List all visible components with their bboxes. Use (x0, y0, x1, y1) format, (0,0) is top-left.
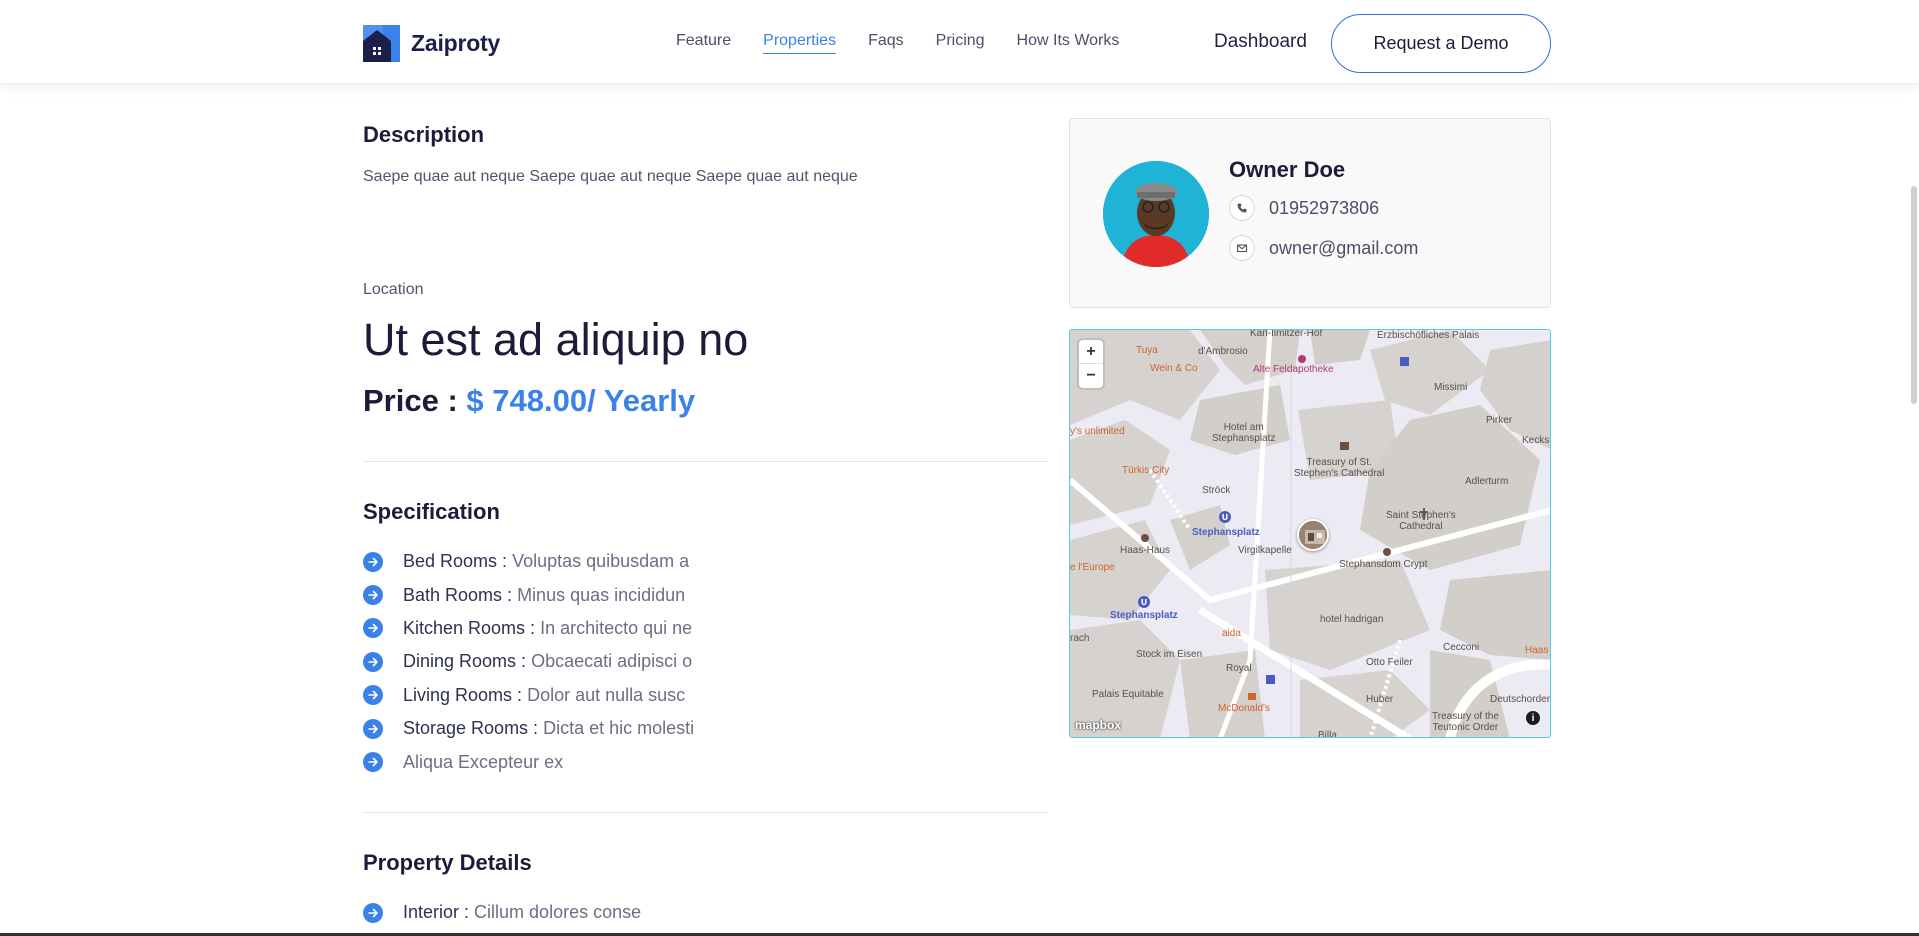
description-heading: Description (363, 122, 485, 147)
arrow-right-icon (363, 585, 383, 606)
list-item: Aliqua Excepteur ex (363, 745, 694, 778)
house-logo-icon (363, 25, 400, 62)
arrow-right-icon (363, 651, 383, 672)
spec-value: Obcaecati adipisci o (531, 651, 693, 672)
price-value: $ 748.00/ Yearly (466, 383, 696, 418)
list-item: Kitchen Rooms : In architecto qui ne (363, 612, 694, 645)
specification-list: Bed Rooms : Voluptas quibusdam a Bath Ro… (363, 545, 694, 779)
mapbox-attribution[interactable]: mapbox (1075, 718, 1121, 732)
request-demo-button[interactable]: Request a Demo (1331, 14, 1551, 73)
spec-value: Voluptas quibusdam a (512, 551, 690, 572)
info-icon[interactable]: i (1526, 711, 1540, 725)
list-item: Storage Rooms : Dicta et hic molesti (363, 712, 694, 745)
phone-number: 01952973806 (1269, 197, 1380, 218)
divider (363, 812, 1047, 813)
spec-value: In architecto qui ne (540, 617, 693, 638)
owner-card: Owner Doe 01952973806 owner@gmail.com (1069, 118, 1551, 308)
arrow-right-icon (363, 618, 383, 639)
spec-value: Dolor aut nulla susc (527, 684, 686, 705)
site-header: Zaiproty Feature Properties Faqs Pricing… (0, 0, 1919, 84)
dashboard-link[interactable]: Dashboard (1214, 31, 1307, 53)
svg-text:U: U (1222, 513, 1229, 522)
spec-key: Bath Rooms : (403, 584, 513, 605)
nav-item-faqs[interactable]: Faqs (868, 32, 904, 54)
arrow-right-icon (363, 752, 383, 773)
property-marker[interactable] (1297, 519, 1329, 551)
property-details-list: Interior : Cillum dolores conse (363, 896, 641, 929)
nav-item-how-its-works[interactable]: How Its Works (1017, 32, 1120, 54)
list-item: Dining Rooms : Obcaecati adipisci o (363, 645, 694, 678)
owner-email[interactable]: owner@gmail.com (1229, 235, 1418, 261)
email-address: owner@gmail.com (1269, 237, 1419, 258)
scrollbar-thumb[interactable] (1911, 186, 1917, 404)
property-title: Ut est ad aliquip no (363, 314, 749, 365)
price: Price : $ 748.00/ Yearly (363, 383, 695, 419)
specification-heading: Specification (363, 499, 500, 524)
list-item: Interior : Cillum dolores conse (363, 896, 641, 929)
svg-text:U: U (1141, 598, 1148, 607)
location-map[interactable]: + − Karl-Ilmitzer-Hof Erzbischöfliches P… (1069, 329, 1551, 738)
brand-name: Zaiproty (411, 30, 501, 56)
description-text: Saepe quae aut neque Saepe quae aut nequ… (363, 168, 858, 185)
spec-key: Bed Rooms : (403, 551, 508, 572)
nav-item-feature[interactable]: Feature (676, 32, 731, 54)
spec-value: Minus quas incididun (517, 584, 686, 605)
spec-value: Dicta et hic molesti (543, 718, 695, 739)
arrow-right-icon (363, 685, 383, 706)
price-label: Price : (363, 383, 458, 418)
arrow-right-icon (363, 902, 383, 923)
detail-value: Cillum dolores conse (474, 902, 642, 923)
spec-key: Storage Rooms : (403, 718, 539, 739)
nav-item-pricing[interactable]: Pricing (936, 32, 985, 54)
main-nav: Feature Properties Faqs Pricing How Its … (676, 32, 1151, 54)
list-item: Bath Rooms : Minus quas incididun (363, 578, 694, 611)
list-item: Living Rooms : Dolor aut nulla susc (363, 679, 694, 712)
spec-value: Aliqua Excepteur ex (403, 751, 564, 772)
detail-key: Interior : (403, 902, 470, 923)
owner-avatar (1103, 161, 1209, 267)
property-details-heading: Property Details (363, 850, 532, 875)
owner-name: Owner Doe (1229, 157, 1346, 182)
spec-key: Living Rooms : (403, 684, 523, 705)
owner-phone[interactable]: 01952973806 (1229, 195, 1379, 221)
brand-logo[interactable]: Zaiproty (363, 25, 500, 62)
divider (363, 461, 1047, 462)
arrow-right-icon (363, 718, 383, 739)
phone-icon (1229, 195, 1255, 221)
nav-item-properties[interactable]: Properties (763, 32, 837, 54)
spec-key: Dining Rooms : (403, 651, 527, 672)
list-item: Bed Rooms : Voluptas quibusdam a (363, 545, 694, 578)
mail-icon (1229, 235, 1255, 261)
arrow-right-icon (363, 551, 383, 572)
location-label: Location (363, 281, 424, 298)
spec-key: Kitchen Rooms : (403, 617, 536, 638)
